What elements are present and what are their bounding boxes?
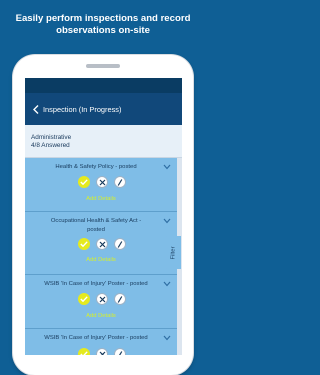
answer-no-button[interactable] [96,293,108,305]
close-icon [99,241,105,247]
close-icon [99,351,105,355]
slash-icon [118,350,123,355]
section-header[interactable]: Administrative 4/8 Answered [25,125,182,158]
answer-no-button[interactable] [96,348,108,355]
item-title: WSIB 'In Case of Injury' Poster - posted [44,281,148,287]
answer-na-button[interactable] [114,293,126,305]
answer-yes-button[interactable] [78,176,90,188]
answer-yes-button[interactable] [78,238,90,250]
check-icon [80,241,88,247]
checklist-item: Health & Safety Policy - posted Add Deta… [25,158,177,212]
add-details-link[interactable]: Add Details [25,196,177,202]
slash-icon [117,178,123,186]
section-progress: 4/8 Answered [31,142,70,149]
answer-no-button[interactable] [96,238,108,250]
promo-headline: Easily perform inspections and record ob… [0,0,206,46]
filter-tab-label: Filter [170,245,177,260]
chevron-down-icon[interactable] [163,218,171,224]
phone-speaker [86,64,120,68]
slash-icon [117,295,123,303]
answer-na-button[interactable] [114,176,126,188]
chevron-left-icon [33,104,39,114]
chevron-down-icon[interactable] [163,335,171,341]
checklist-item: WSIB 'In Case of Injury' Poster - posted [25,329,177,355]
promo-headline-line-2: observations on-site [56,24,150,36]
item-title: WSIB 'In Case of Injury' Poster - posted [44,335,148,341]
add-details-link[interactable]: Add Details [25,313,177,319]
item-title-line-2: posted [87,226,105,233]
answer-na-button[interactable] [114,348,126,355]
close-icon [99,296,105,302]
answer-na-button[interactable] [114,238,126,250]
section-title: Administrative [31,134,72,141]
add-details-link[interactable]: Add Details [25,257,177,263]
check-icon [80,351,88,355]
chevron-down-icon[interactable] [163,281,171,287]
back-button[interactable] [29,93,43,125]
item-title-line-1: Occupational Health & Safety Act - [50,218,142,224]
status-bar [25,78,182,93]
app-screen: Inspection (In Progress) Administrative … [25,78,182,355]
check-icon [80,179,88,185]
item-title: Health & Safety Policy - posted [55,164,137,170]
answer-yes-button[interactable] [78,293,90,305]
checklist-item: WSIB 'In Case of Injury' Poster - posted… [25,275,177,329]
checklist-item: Occupational Health & Safety Act - poste… [25,212,177,275]
answer-yes-button[interactable] [78,348,90,355]
item-title: Occupational Health & Safety Act - poste… [25,217,167,234]
promo-headline-line-1: Easily perform inspections and record [15,13,191,24]
answer-no-button[interactable] [96,176,108,188]
app-bar: Inspection (In Progress) [25,93,182,125]
page-title: Inspection (In Progress) [43,104,122,114]
check-icon [80,296,88,302]
close-icon [99,179,105,185]
chevron-down-icon[interactable] [163,164,171,170]
slash-icon [117,240,123,248]
filter-tab[interactable]: Filter [166,236,181,269]
